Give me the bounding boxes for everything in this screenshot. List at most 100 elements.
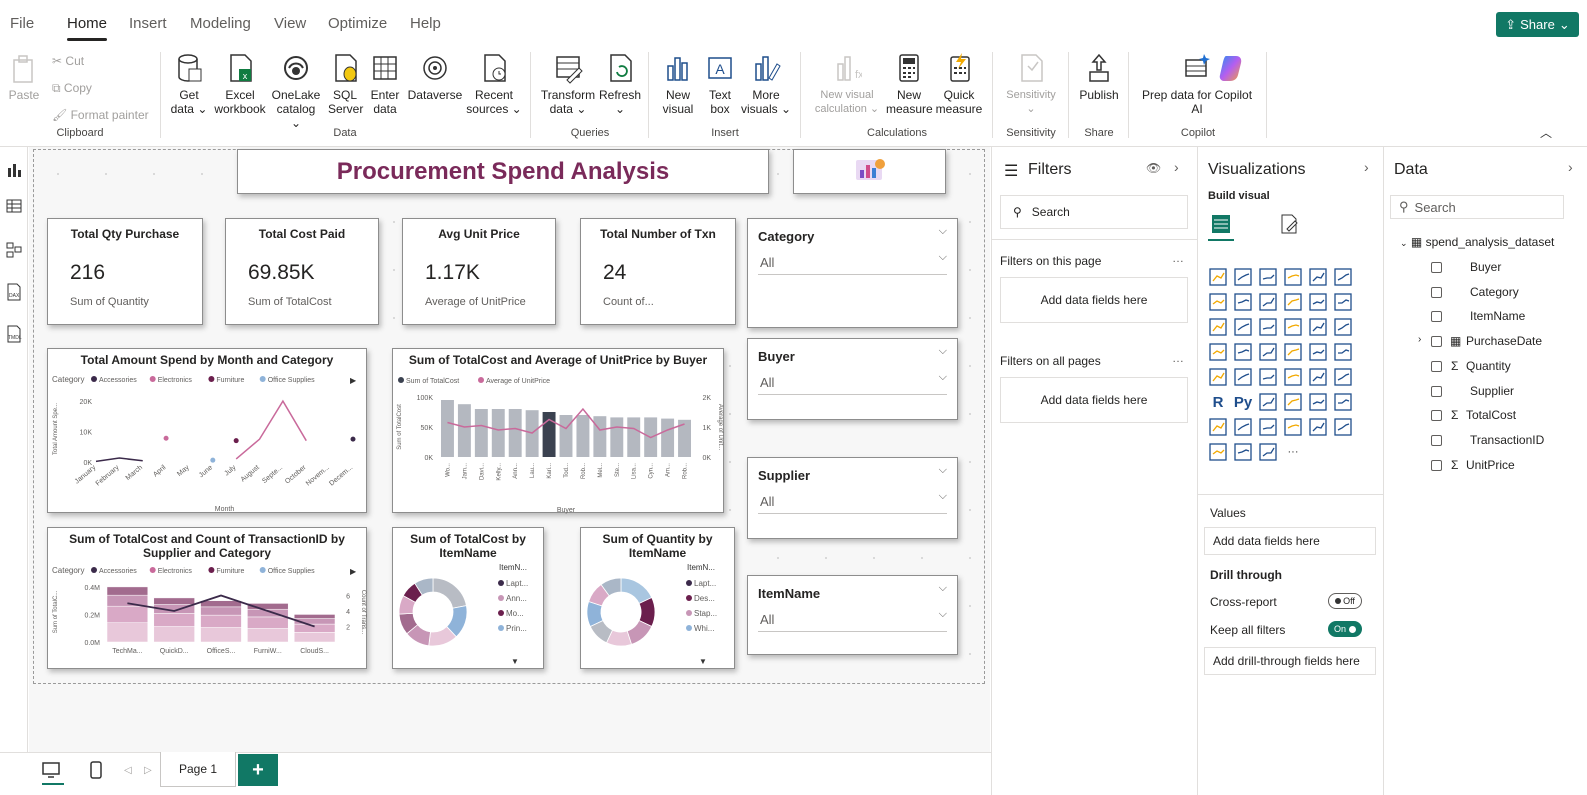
menu-help[interactable]: Help — [410, 15, 441, 32]
dataverse-button[interactable]: Dataverse — [407, 52, 463, 102]
clustered-column-visual-icon[interactable] — [1234, 268, 1252, 286]
stacked-area-visual-icon[interactable] — [1259, 293, 1277, 311]
more-visual-icon[interactable]: ··· — [1284, 443, 1302, 461]
slicer-supplier[interactable]: Supplier ⌵ All ⌵ — [747, 457, 958, 539]
shape-map-visual-icon[interactable] — [1259, 343, 1277, 361]
more-options-icon[interactable]: … — [1172, 351, 1184, 365]
checkbox[interactable] — [1431, 410, 1442, 422]
tmdl-view-icon[interactable]: TMDL — [2, 323, 26, 345]
clustered-column-h-visual-icon[interactable] — [1284, 268, 1302, 286]
slicer-visual-icon[interactable] — [1259, 368, 1277, 386]
collapse-pane-icon[interactable]: › — [1174, 159, 1179, 175]
menu-optimize[interactable]: Optimize — [328, 15, 387, 32]
combo-chart-buyer[interactable]: Sum of TotalCost and Average of UnitPric… — [392, 348, 724, 514]
data-field-category[interactable]: Category — [1400, 285, 1580, 305]
python-visual-visual-icon[interactable]: Py — [1234, 393, 1252, 411]
collapse-pane-icon[interactable]: › — [1364, 159, 1369, 175]
chevron-down-icon[interactable]: ⌵ — [939, 345, 947, 358]
add-page-button[interactable]: + — [238, 754, 278, 786]
checkbox[interactable] — [1431, 434, 1442, 446]
enter-data-button[interactable]: Enter data — [366, 52, 404, 116]
model-view-icon[interactable] — [2, 239, 26, 261]
image-visual-icon[interactable] — [1309, 418, 1327, 436]
chevron-down-icon[interactable]: ⌵ — [939, 582, 947, 595]
checkbox[interactable] — [1431, 336, 1442, 348]
data-field-itemname[interactable]: ItemName — [1400, 309, 1580, 329]
dataset-table[interactable]: ⌄ ▦ spend_analysis_dataset — [1400, 235, 1554, 249]
build-visual-tab-icon[interactable] — [1210, 213, 1232, 238]
data-field-purchasedate[interactable]: › ▦ PurchaseDate — [1400, 334, 1580, 354]
power-automate-visual-icon[interactable] — [1284, 418, 1302, 436]
format-painter-button[interactable]: 🖌 Format painter — [52, 108, 149, 122]
refresh-button[interactable]: Refresh ⌄ — [598, 52, 642, 116]
r-visual-visual-icon[interactable]: R — [1209, 393, 1227, 411]
quick-measure-button[interactable]: Quick measure — [934, 52, 984, 116]
filled-map-visual-icon[interactable] — [1259, 318, 1277, 336]
kpi-card-total-txn[interactable]: Total Number of Txn 24 Count of... — [580, 218, 736, 325]
data-search-input[interactable]: ⚲ Search — [1390, 195, 1564, 219]
stacked-bar-h-visual-icon[interactable] — [1259, 268, 1277, 286]
report-view-icon[interactable] — [2, 159, 26, 181]
slicer-value[interactable]: All — [760, 255, 774, 270]
slicer-buyer[interactable]: Buyer ⌵ All ⌵ — [747, 338, 958, 420]
donut-chart-qty-itemname[interactable]: Sum of Quantity by ItemName ItemN... Lapt… — [580, 527, 735, 669]
area-visual-icon[interactable] — [1234, 293, 1252, 311]
slicer-value[interactable]: All — [760, 612, 774, 627]
chevron-down-icon[interactable]: ⌵ — [939, 490, 947, 503]
recent-sources-button[interactable]: Recent sources ⌄ — [466, 52, 522, 116]
menu-home[interactable]: Home — [67, 15, 107, 32]
collapse-ribbon-icon[interactable]: ︿ — [1540, 124, 1552, 141]
slicer-value[interactable]: All — [760, 375, 774, 390]
paste-button[interactable]: Paste — [6, 54, 42, 102]
chevron-down-icon[interactable]: ⌵ — [939, 251, 947, 264]
donut-chart-cost-itemname[interactable]: Sum of TotalCost by ItemName ItemN... Lap… — [392, 527, 544, 669]
sensitivity-button[interactable]: Sensitivity ⌄ — [1000, 52, 1062, 116]
trophy-visual-icon[interactable] — [1209, 418, 1227, 436]
menu-view[interactable]: View — [274, 15, 306, 32]
checkbox[interactable] — [1431, 385, 1442, 397]
chevron-down-icon[interactable]: ⌵ — [939, 464, 947, 477]
excel-workbook-button[interactable]: x Excel workbook — [214, 52, 266, 116]
table-visual-icon[interactable] — [1284, 368, 1302, 386]
desktop-layout-icon[interactable] — [42, 761, 60, 782]
checkbox[interactable] — [1431, 262, 1442, 273]
checkbox[interactable] — [1431, 459, 1442, 471]
checkbox[interactable] — [1431, 286, 1442, 298]
onelake-catalog-button[interactable]: OneLake catalog ⌄ — [270, 52, 322, 130]
checkbox[interactable] — [1431, 311, 1442, 323]
cross-report-toggle[interactable]: Off — [1328, 593, 1362, 609]
waterfall-visual-icon[interactable] — [1309, 293, 1327, 311]
keep-all-filters-toggle[interactable]: On — [1328, 621, 1362, 637]
data-field-totalcost[interactable]: Σ TotalCost — [1400, 408, 1580, 428]
kpi-visual-icon[interactable] — [1234, 368, 1252, 386]
collapse-pane-icon[interactable]: › — [1568, 159, 1573, 175]
chevrons-visual-icon[interactable] — [1259, 443, 1277, 461]
slicer-category[interactable]: Category ⌵ All ⌵ — [747, 218, 958, 328]
more-visuals-button[interactable]: More visuals ⌄ — [740, 52, 792, 116]
logo-image[interactable] — [793, 149, 946, 194]
matrix-visual-icon[interactable] — [1309, 368, 1327, 386]
funnel-visual-icon[interactable] — [1234, 318, 1252, 336]
new-visual-button[interactable]: New visual — [656, 52, 700, 116]
page-tab[interactable]: Page 1 — [160, 752, 236, 787]
data-field-supplier[interactable]: Supplier — [1400, 384, 1580, 404]
slicer-value[interactable]: All — [760, 494, 774, 509]
line-visual-icon[interactable] — [1209, 293, 1227, 311]
format-visual-tab-icon[interactable] — [1278, 213, 1300, 238]
slicer-itemname[interactable]: ItemName ⌵ All ⌵ — [747, 575, 958, 655]
menu-file[interactable]: File — [10, 15, 34, 32]
transform-data-button[interactable]: Transform data ⌄ — [538, 52, 598, 116]
next-page-icon[interactable]: ▷ — [144, 765, 152, 776]
100-column-visual-icon[interactable] — [1334, 268, 1352, 286]
report-title-box[interactable]: Procurement Spend Analysis — [237, 149, 769, 194]
kpi-card-total-qty[interactable]: Total Qty Purchase 216 Sum of Quantity — [47, 218, 203, 325]
kpi-card-avg-unit-price[interactable]: Avg Unit Price 1.17K Average of UnitPric… — [402, 218, 556, 325]
qa-visual-icon[interactable] — [1309, 393, 1327, 411]
mobile-layout-icon[interactable] — [90, 761, 102, 782]
pie-visual-icon[interactable] — [1309, 318, 1327, 336]
decomp-tree-visual-icon[interactable] — [1284, 393, 1302, 411]
donut-visual-icon[interactable] — [1334, 318, 1352, 336]
new-visual-calculation-button[interactable]: fx New visual calculation ⌄ — [810, 52, 884, 116]
100-bar-visual-icon[interactable] — [1309, 268, 1327, 286]
data-field-unitprice[interactable]: Σ UnitPrice — [1400, 458, 1580, 478]
